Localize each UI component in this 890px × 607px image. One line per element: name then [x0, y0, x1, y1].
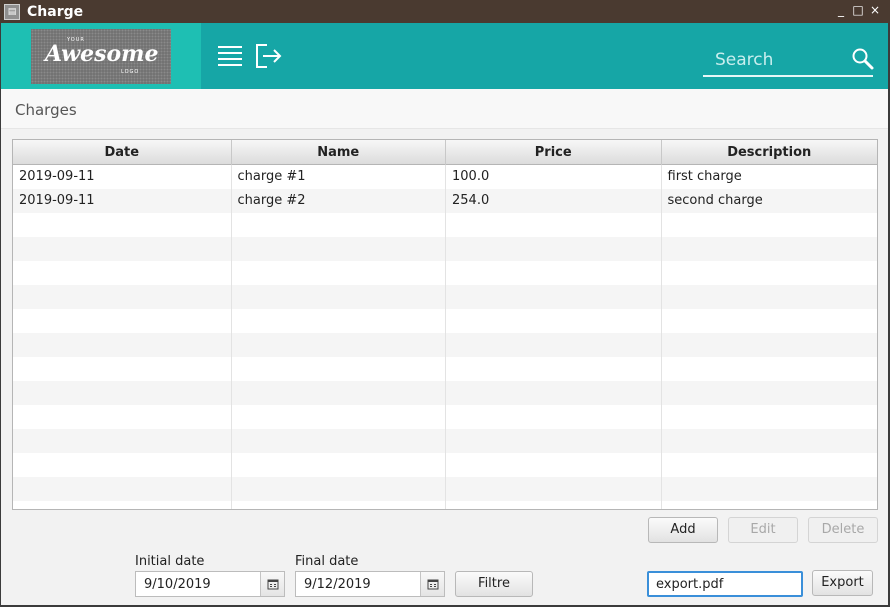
app-window: YOUR Awesome LOGO Search Charges Date Na… [1, 23, 888, 605]
search-input[interactable] [703, 47, 843, 73]
final-date-input[interactable] [296, 572, 420, 596]
edit-button[interactable]: Edit [728, 517, 798, 543]
cell-name: charge #1 [232, 165, 446, 189]
final-date-picker [295, 571, 445, 597]
table-header: Date Name Price Description [13, 140, 877, 165]
empty-row [13, 501, 877, 509]
initial-date-picker [135, 571, 285, 597]
table-row[interactable]: 2019-09-11 charge #1 100.0 first charge [13, 165, 877, 189]
initial-date-input[interactable] [136, 572, 260, 596]
empty-row [13, 357, 877, 381]
cell-description: second charge [667, 193, 763, 208]
calendar-icon[interactable] [420, 572, 444, 596]
logo-text-bottom: LOGO [121, 69, 140, 75]
title-bar: ▤ Charge _ □ × [0, 0, 890, 23]
app-icon: ▤ [4, 3, 20, 20]
search-underline [703, 75, 873, 77]
empty-row [13, 309, 877, 333]
export-filename-input[interactable] [647, 571, 803, 597]
search-icon[interactable] [851, 47, 875, 71]
filter-button[interactable]: Filtre [455, 571, 533, 597]
table-row[interactable]: 2019-09-11 charge #2 254.0 second charge [13, 189, 877, 213]
empty-row [13, 333, 877, 357]
empty-row [13, 477, 877, 501]
empty-row [13, 453, 877, 477]
breadcrumb: Charges [15, 101, 77, 119]
empty-row [13, 285, 877, 309]
empty-row [13, 381, 877, 405]
maximize-button[interactable]: □ [851, 3, 865, 17]
export-button[interactable]: Export [812, 570, 873, 596]
cell-name: charge #2 [232, 189, 446, 213]
logo-area: YOUR Awesome LOGO [1, 23, 201, 89]
cell-date: 2019-09-11 [13, 165, 232, 189]
cell-date: 2019-09-11 [13, 189, 232, 213]
column-header-description[interactable]: Description [662, 140, 878, 165]
minimize-button[interactable]: _ [834, 3, 848, 17]
column-header-price[interactable]: Price [446, 140, 662, 165]
window-title: Charge [27, 3, 84, 20]
final-date-label: Final date [295, 554, 359, 569]
charges-table: Date Name Price Description 2019-09-11 c… [12, 139, 878, 510]
cell-price: 100.0 [446, 165, 662, 189]
calendar-icon[interactable] [260, 572, 284, 596]
logo-text-main: Awesome [45, 41, 159, 67]
breadcrumb-bar: Charges [1, 89, 888, 129]
initial-date-label: Initial date [135, 554, 205, 569]
logo: YOUR Awesome LOGO [31, 29, 171, 84]
empty-row [13, 429, 877, 453]
empty-row [13, 405, 877, 429]
empty-row [13, 213, 877, 237]
empty-row [13, 261, 877, 285]
logout-icon[interactable] [255, 43, 283, 69]
add-button[interactable]: Add [648, 517, 718, 543]
delete-button[interactable]: Delete [808, 517, 878, 543]
column-header-date[interactable]: Date [13, 140, 232, 165]
cell-price: 254.0 [446, 189, 662, 213]
app-header: YOUR Awesome LOGO [1, 23, 888, 89]
column-header-name[interactable]: Name [232, 140, 446, 165]
search-box [703, 45, 875, 77]
hamburger-menu-icon[interactable] [217, 45, 243, 67]
cell-description: first charge [667, 169, 742, 184]
empty-row [13, 237, 877, 261]
close-button[interactable]: × [868, 3, 882, 17]
